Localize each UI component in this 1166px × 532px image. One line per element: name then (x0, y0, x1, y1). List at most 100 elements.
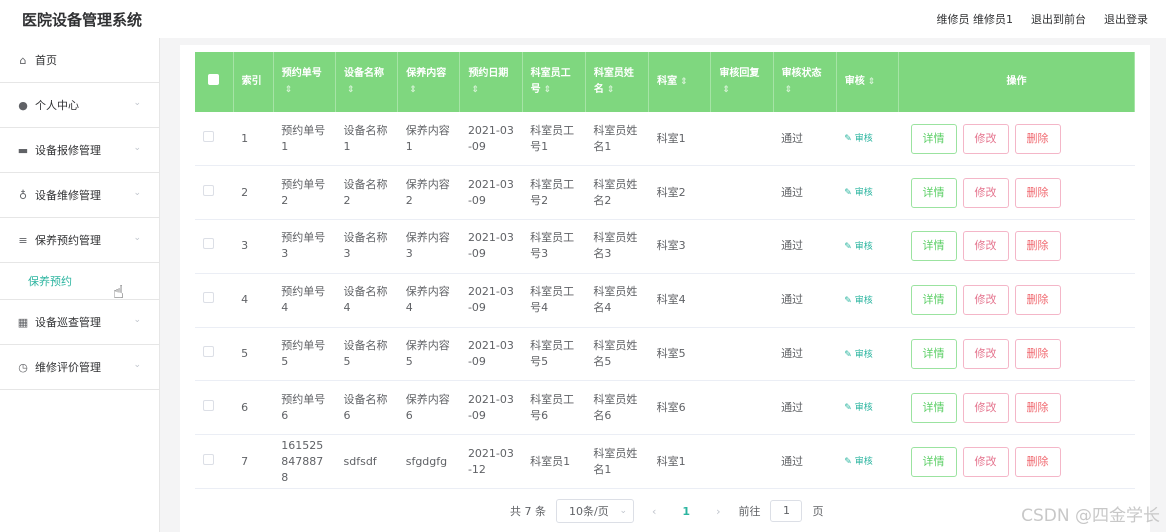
column-header-6[interactable]: 科室员姓名 ⇕ (585, 52, 650, 112)
grid-icon: ▦ (17, 315, 29, 329)
table-cell: 科室1 (648, 434, 711, 490)
delete-button[interactable]: 删除 (1014, 285, 1061, 316)
column-header-label: 操作 (1006, 76, 1027, 87)
next-page-button[interactable]: › (708, 505, 728, 518)
current-page[interactable]: 1 (674, 505, 698, 518)
sidebar-item-1[interactable]: ● 个人中心 ⌄ (0, 83, 159, 128)
detail-button[interactable]: 详情 (910, 123, 957, 154)
row-checkbox[interactable] (203, 346, 214, 358)
goto-page-input[interactable]: 1 (770, 500, 803, 522)
row-checkbox[interactable] (203, 184, 214, 196)
sort-icon[interactable]: ⇕ (680, 77, 688, 87)
sort-icon[interactable]: ⇕ (607, 85, 615, 95)
column-header-10[interactable]: 审核 ⇕ (836, 52, 900, 112)
user-icon: ● (18, 98, 28, 112)
delete-button[interactable]: 删除 (1014, 123, 1061, 154)
detail-button[interactable]: 详情 (910, 285, 957, 316)
row-checkbox[interactable] (203, 238, 214, 250)
edit-button[interactable]: 修改 (962, 285, 1009, 316)
sidebar-item-3[interactable]: ♁ 设备维修管理 ⌄ (0, 173, 159, 218)
sidebar-item-label: 设备巡查管理 (35, 316, 101, 329)
delete-button[interactable]: 删除 (1014, 177, 1061, 208)
table-cell: 科室6 (648, 380, 711, 436)
audit-link[interactable]: ✎ 审核 (844, 350, 872, 360)
sort-icon[interactable]: ⇕ (471, 85, 479, 95)
column-header-7[interactable]: 科室 ⇕ (648, 52, 712, 112)
table-cell: 通过 (773, 380, 837, 436)
column-header-2[interactable]: 设备名称 ⇕ (335, 52, 399, 112)
row-checkbox[interactable] (203, 292, 214, 304)
sort-icon[interactable]: ⇕ (785, 85, 793, 95)
sort-icon[interactable]: ⇕ (409, 85, 417, 95)
detail-button[interactable]: 详情 (910, 392, 957, 423)
table-cell: 科室4 (648, 273, 711, 328)
edit-pencil-icon: ✎ (844, 403, 855, 414)
hand-cursor-icon: ☝ (113, 282, 124, 303)
detail-button[interactable]: 详情 (910, 231, 957, 262)
prev-page-button[interactable]: ‹ (644, 505, 664, 518)
table-cell: 设备名称2 (335, 165, 398, 221)
sidebar-item-4[interactable]: ≡ 保养预约管理 ⌄ (0, 218, 159, 263)
sidebar-item-6[interactable]: ◷ 维修评价管理 ⌄ (0, 345, 159, 390)
row-checkbox[interactable] (203, 399, 214, 411)
column-header-4[interactable]: 预约日期 ⇕ (459, 52, 523, 112)
edit-button[interactable]: 修改 (962, 231, 1009, 262)
exit-to-front-link[interactable]: 退出到前台 (1031, 11, 1086, 27)
edit-button[interactable]: 修改 (962, 123, 1009, 154)
page-size-select[interactable]: 10条/页 ⌄ (556, 499, 634, 523)
audit-link[interactable]: ✎ 审核 (844, 242, 872, 252)
audit-link[interactable]: ✎ 审核 (844, 188, 872, 198)
delete-button[interactable]: 删除 (1014, 446, 1061, 477)
sidebar-item-label: 设备报修管理 (35, 144, 101, 157)
sort-icon[interactable]: ⇕ (722, 85, 730, 95)
audit-link[interactable]: ✎ 审核 (844, 403, 872, 413)
edit-button[interactable]: 修改 (962, 339, 1009, 370)
edit-pencil-icon: ✎ (844, 241, 855, 252)
sort-icon[interactable]: ⇕ (544, 85, 552, 95)
column-header-9[interactable]: 审核状态 ⇕ (773, 52, 837, 112)
table-cell: 保养内容6 (397, 380, 460, 436)
edit-button[interactable]: 修改 (962, 446, 1009, 477)
delete-button[interactable]: 删除 (1014, 339, 1061, 370)
monitor-icon: ▬ (17, 143, 29, 157)
table-cell: 3 (233, 219, 274, 274)
detail-button[interactable]: 详情 (910, 446, 957, 477)
column-header-label: 预约日期 (468, 68, 509, 79)
sidebar-item-5[interactable]: ▦ 设备巡查管理 ⌄ (0, 300, 159, 345)
sort-icon[interactable]: ⇕ (868, 77, 876, 87)
audit-cell: ✎ 审核 (836, 112, 899, 167)
table-row: 4 预约单号4 设备名称4 保养内容4 2021-03-09 科室员工号4 科室员姓名4 科室… (195, 273, 1135, 328)
sort-icon[interactable]: ⇕ (285, 85, 293, 95)
table-cell: 7 (233, 434, 274, 490)
sort-icon[interactable]: ⇕ (347, 85, 355, 95)
logout-link[interactable]: 退出登录 (1104, 11, 1148, 27)
row-checkbox[interactable] (203, 453, 214, 465)
app-title: 医院设备管理系统 (22, 11, 143, 29)
column-header-8[interactable]: 审核回复 ⇕ (710, 52, 774, 112)
detail-button[interactable]: 详情 (910, 177, 957, 208)
sidebar-item-0[interactable]: ⌂ 首页 (0, 38, 159, 83)
audit-link[interactable]: ✎ 审核 (844, 296, 872, 306)
row-checkbox[interactable] (203, 130, 214, 142)
edit-button[interactable]: 修改 (962, 392, 1009, 423)
column-header-label: 审核回复 (719, 68, 760, 79)
sidebar-item-2[interactable]: ▬ 设备报修管理 ⌄ (0, 128, 159, 173)
select-all-checkbox[interactable] (208, 73, 220, 85)
edit-button[interactable]: 修改 (962, 177, 1009, 208)
delete-button[interactable]: 删除 (1014, 392, 1061, 423)
column-header-label: 索引 (241, 76, 262, 87)
sidebar-subitem-maintenance-appointment[interactable]: 保养预约 (0, 263, 159, 300)
column-header-5[interactable]: 科室员工号 ⇕ (522, 52, 586, 112)
delete-button[interactable]: 删除 (1014, 231, 1061, 262)
audit-link-label: 审核 (854, 457, 873, 468)
table-cell (710, 219, 774, 274)
column-header-1[interactable]: 预约单号 ⇕ (273, 52, 337, 112)
audit-cell: ✎ 审核 (836, 273, 899, 328)
detail-button[interactable]: 详情 (910, 339, 957, 370)
audit-link[interactable]: ✎ 审核 (844, 134, 872, 144)
chevron-down-icon: ⌄ (133, 315, 141, 325)
table-cell: 科室员姓名6 (585, 380, 649, 436)
chevron-down-icon: ⌄ (133, 188, 141, 198)
column-header-3[interactable]: 保养内容 ⇕ (397, 52, 461, 112)
audit-link[interactable]: ✎ 审核 (844, 457, 872, 467)
